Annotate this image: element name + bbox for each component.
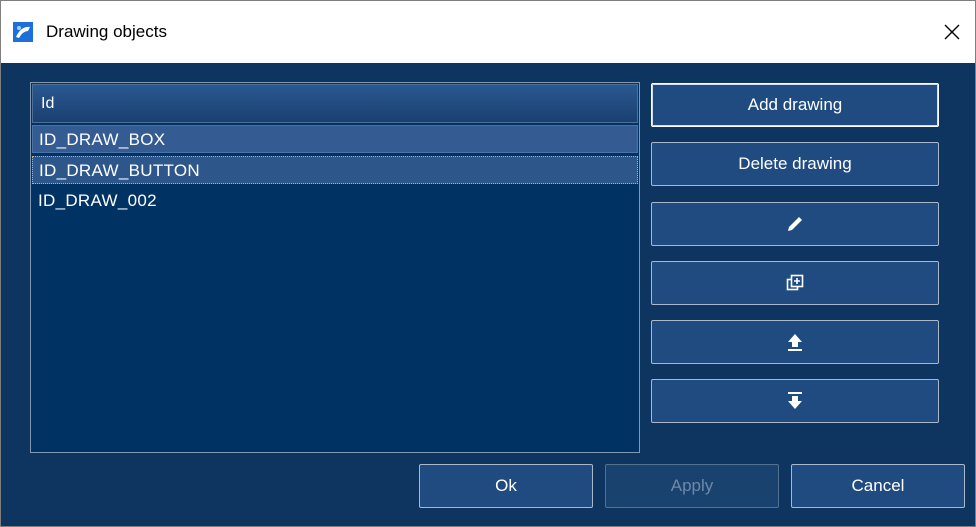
app-icon [13,22,33,42]
column-header-label: Id [41,95,55,112]
title-bar: Drawing objects [1,1,975,63]
close-icon [944,24,960,40]
duplicate-icon [785,273,805,293]
move-up-icon [785,332,805,352]
edit-drawing-button[interactable] [651,202,939,246]
move-to-bottom-button[interactable] [651,379,939,423]
apply-button[interactable]: Apply [605,464,779,508]
cancel-button[interactable]: Cancel [791,464,965,508]
list-column-header-id[interactable]: Id [32,84,638,123]
delete-drawing-button[interactable]: Delete drawing [651,142,939,186]
dialog-body: Id ID_DRAW_BOX ID_DRAW_BUTTON ID_DRAW_00… [1,63,975,526]
move-up-button[interactable] [651,320,939,364]
close-button[interactable] [929,1,975,63]
list-item[interactable]: ID_DRAW_BUTTON [32,156,638,184]
list-item[interactable]: ID_DRAW_BOX [32,125,638,153]
ok-button[interactable]: Ok [419,464,593,508]
pencil-icon [785,214,805,234]
drawing-objects-dialog: Drawing objects Id ID_DRAW_BOX ID_DRAW_B… [0,0,976,527]
move-to-bottom-icon [785,391,805,411]
list-item[interactable]: ID_DRAW_002 [32,187,638,215]
drawing-list[interactable]: Id ID_DRAW_BOX ID_DRAW_BUTTON ID_DRAW_00… [30,82,640,453]
duplicate-drawing-button[interactable] [651,261,939,305]
window-title: Drawing objects [46,22,167,41]
add-drawing-button[interactable]: Add drawing [651,83,939,127]
